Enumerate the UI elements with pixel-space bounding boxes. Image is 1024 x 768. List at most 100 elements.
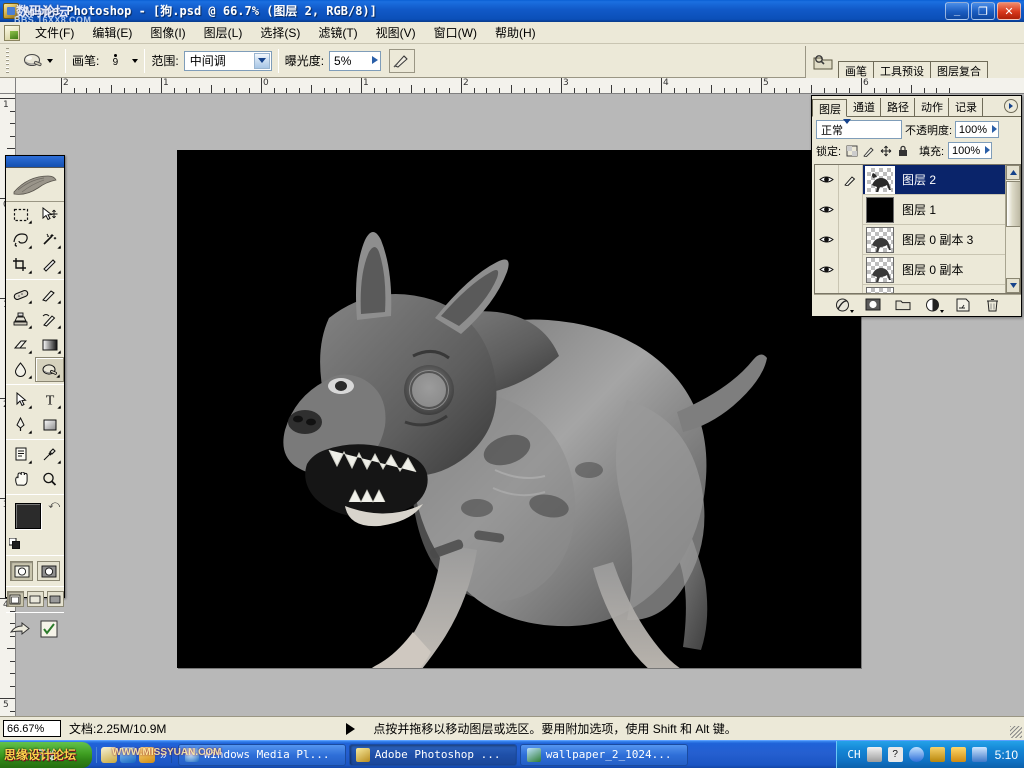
minimize-button[interactable]: _: [945, 2, 969, 20]
ruler-corner[interactable]: [0, 78, 16, 94]
notes-tool[interactable]: [6, 442, 35, 467]
slice-tool[interactable]: [35, 252, 64, 277]
menu-view[interactable]: 视图(V): [367, 21, 425, 44]
layer-link-cell[interactable]: [839, 194, 863, 225]
exposure-input[interactable]: 5%: [329, 50, 382, 71]
layer-thumbnail[interactable]: [866, 196, 894, 223]
table-row[interactable]: 图层 1: [815, 194, 1020, 225]
standard-mode-button[interactable]: [10, 561, 33, 581]
menu-filter[interactable]: 滤镜(T): [309, 21, 366, 44]
browser-icon[interactable]: [139, 746, 155, 763]
shape-tool[interactable]: [35, 412, 64, 437]
panel-menu-icon[interactable]: [1004, 99, 1018, 113]
layer-link-cell[interactable]: [839, 224, 863, 255]
scroll-down-button[interactable]: [1006, 278, 1020, 293]
tab-layers[interactable]: 图层: [812, 99, 847, 117]
blend-mode-chevron-down-icon[interactable]: [843, 118, 851, 136]
table-row[interactable]: 图层 0 副本 3: [815, 224, 1020, 255]
tab-paths[interactable]: 路径: [881, 98, 915, 116]
new-adjustment-layer-button[interactable]: [924, 297, 944, 313]
tab-actions[interactable]: 动作: [915, 98, 949, 116]
options-bar-grip[interactable]: [4, 47, 11, 74]
zoom-level-input[interactable]: 66.67%: [3, 720, 61, 737]
move-tool[interactable]: [35, 202, 64, 227]
file-browser-icon[interactable]: [812, 52, 834, 74]
horizontal-ruler[interactable]: 210123456: [16, 78, 1024, 94]
path-selection-tool[interactable]: [6, 387, 35, 412]
resize-grip[interactable]: [1010, 726, 1022, 738]
layer-thumbnail[interactable]: [866, 226, 894, 253]
lock-transparency-icon[interactable]: [845, 144, 858, 157]
eraser-tool[interactable]: [6, 332, 35, 357]
magic-wand-tool[interactable]: [35, 227, 64, 252]
keyboard-icon[interactable]: [866, 747, 882, 762]
menu-layer[interactable]: 图层(L): [195, 21, 252, 44]
lock-image-icon[interactable]: [862, 144, 875, 157]
layer-list[interactable]: 图层 2 图层 1 图层 0 副本 3 图层 0 副本: [814, 164, 1021, 294]
lock-all-icon[interactable]: [896, 144, 909, 157]
language-indicator[interactable]: CH: [847, 748, 860, 761]
menu-file[interactable]: 文件(F): [26, 21, 83, 44]
task-wallpaper-image[interactable]: wallpaper_2_1024...: [519, 743, 688, 766]
standard-screen-button[interactable]: [6, 591, 24, 607]
tool-preset-picker[interactable]: [15, 50, 59, 72]
range-chevron-down-icon[interactable]: [253, 52, 270, 69]
tab-channels[interactable]: 通道: [847, 98, 881, 116]
menu-window[interactable]: 窗口(W): [425, 21, 486, 44]
well-tab-brushes[interactable]: 画笔: [838, 61, 874, 78]
fill-input[interactable]: 100%: [948, 142, 993, 159]
menu-edit[interactable]: 编辑(E): [83, 21, 141, 44]
exposure-slider-arrow-icon[interactable]: [372, 55, 379, 64]
history-brush-tool[interactable]: [35, 307, 64, 332]
brush-tool[interactable]: [35, 282, 64, 307]
start-button[interactable]: 开始 思缘设计论坛: [0, 741, 92, 768]
layer-visibility-toggle[interactable]: [815, 224, 839, 255]
layer-style-button[interactable]: [834, 297, 854, 313]
table-row[interactable]: 图层 0 副本: [815, 254, 1020, 285]
jump-to-imageready-button[interactable]: [9, 618, 33, 640]
layer-name[interactable]: 图层 0 副本 3: [894, 231, 973, 248]
layer-link-cell[interactable]: [839, 254, 863, 285]
crop-tool[interactable]: [6, 252, 35, 277]
pen-tool[interactable]: [6, 412, 35, 437]
layer-thumbnail[interactable]: [866, 286, 894, 293]
scroll-up-button[interactable]: [1006, 165, 1020, 180]
marquee-tool[interactable]: [6, 202, 35, 227]
document-canvas[interactable]: [177, 150, 861, 716]
clone-stamp-tool[interactable]: [6, 307, 35, 332]
menu-image[interactable]: 图像(I): [141, 21, 194, 44]
glasses-icon[interactable]: [929, 747, 945, 762]
table-row[interactable]: 图层 0: [815, 284, 1020, 293]
layer-list-scrollbar[interactable]: [1005, 165, 1020, 293]
lasso-tool[interactable]: [6, 227, 35, 252]
task-windows-media-player[interactable]: Windows Media Pl...: [177, 743, 346, 766]
table-row[interactable]: 图层 2: [815, 165, 1020, 195]
quick-launch-chevron-icon[interactable]: »: [160, 748, 167, 762]
dodge-tool[interactable]: [35, 357, 64, 382]
clock[interactable]: 5:10: [995, 748, 1018, 762]
opacity-input[interactable]: 100%: [955, 121, 1000, 138]
show-hidden-icon[interactable]: [908, 747, 924, 762]
gradient-tool[interactable]: [35, 332, 64, 357]
full-screen-menubar-button[interactable]: [26, 591, 44, 607]
blur-tool[interactable]: [6, 357, 35, 382]
layer-thumbnail[interactable]: [866, 256, 894, 283]
well-tab-layer-comps[interactable]: 图层复合: [930, 61, 988, 78]
blend-mode-select[interactable]: 正常: [816, 118, 902, 139]
airbrush-toggle-button[interactable]: [389, 48, 416, 73]
brush-picker-chevron-down-icon[interactable]: [132, 58, 139, 63]
opacity-slider-arrow-icon[interactable]: [992, 125, 998, 133]
close-button[interactable]: ✕: [997, 2, 1021, 20]
hand-tool[interactable]: [6, 467, 35, 492]
layer-link-cell[interactable]: [839, 284, 863, 293]
layer-name[interactable]: 图层 1: [894, 201, 936, 218]
full-screen-button[interactable]: [46, 591, 64, 607]
layer-visibility-toggle[interactable]: [815, 254, 839, 285]
media-player-icon[interactable]: [120, 746, 136, 763]
toolbox-titlebar[interactable]: [6, 156, 64, 168]
layer-thumbnail[interactable]: [865, 165, 895, 194]
help-icon[interactable]: ?: [887, 747, 903, 762]
layer-visibility-toggle[interactable]: [815, 165, 839, 195]
fill-slider-arrow-icon[interactable]: [985, 146, 991, 154]
tab-history[interactable]: 记录: [949, 98, 983, 116]
